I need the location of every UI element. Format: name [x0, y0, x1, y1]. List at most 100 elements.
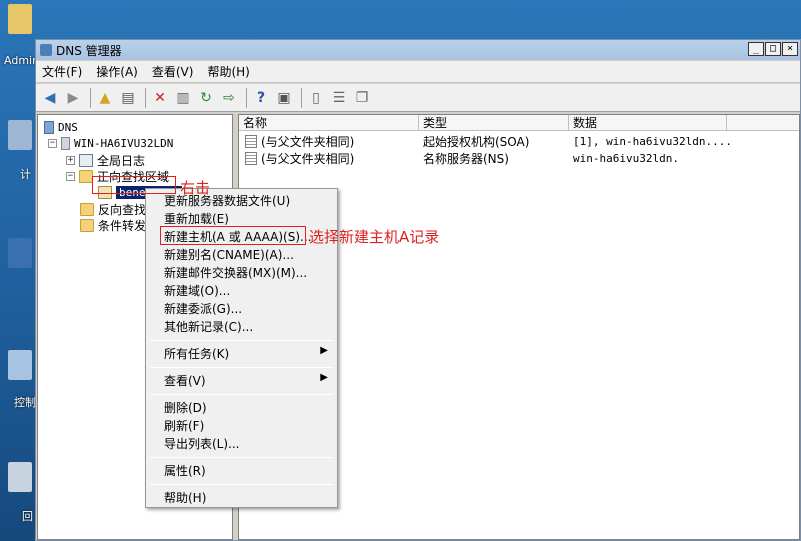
folder-icon	[79, 169, 93, 183]
menu-bar: 文件(F) 操作(A) 查看(V) 帮助(H)	[36, 61, 800, 83]
minimize-button[interactable]: _	[748, 42, 764, 56]
delete-icon[interactable]: ✕	[150, 88, 170, 108]
tree-label-conditional: 条件转发	[98, 218, 147, 233]
list-icon[interactable]: ☰	[329, 88, 349, 108]
forward-arrow-icon[interactable]: ▶	[63, 88, 83, 108]
menu-separator	[150, 484, 333, 485]
desktop-icon-admin[interactable]	[0, 4, 40, 34]
help-icon[interactable]: ?	[251, 88, 271, 108]
column-header-data[interactable]: 数据	[569, 115, 727, 131]
recycle-bin-icon	[8, 462, 32, 492]
up-folder-icon[interactable]: ▲	[95, 88, 115, 108]
menu-view[interactable]: 查看(V)	[152, 63, 194, 80]
toolbar: ◀ ▶ ▲ ▤ ✕ ▥ ↻ ⇨ ? ▣ ▯ ☰ ❐	[36, 84, 800, 112]
toolbar-separator	[90, 87, 91, 108]
menu-item-export-list[interactable]: 导出列表(L)...	[164, 435, 240, 452]
menu-item-view[interactable]: 查看(V) ▶	[164, 372, 334, 389]
annotation-select-new-host: 选择新建主机A记录	[309, 228, 440, 246]
collapse-icon[interactable]: −	[48, 138, 57, 148]
record-data: win-ha6ivu32ldn.	[573, 151, 679, 165]
desktop-icon-control[interactable]	[0, 350, 40, 380]
show-hide-tree-icon[interactable]: ▤	[118, 88, 138, 108]
server-icon[interactable]: ▯	[306, 88, 326, 108]
record-type: 名称服务器(NS)	[423, 151, 509, 166]
control-panel-icon	[8, 350, 32, 380]
tree-label-global-log: 全局日志	[97, 153, 146, 168]
menu-item-new-delegation[interactable]: 新建委派(G)...	[164, 300, 242, 317]
dns-app-icon	[40, 44, 52, 56]
folder-icon	[8, 4, 32, 34]
column-label-name: 名称	[243, 116, 268, 130]
menu-item-delete[interactable]: 删除(D)	[164, 399, 207, 416]
list-item[interactable]: (与父文件夹相同) 起始授权机构(SOA) [1], win-ha6ivu32l…	[239, 133, 799, 149]
tree-item-dns[interactable]: DNS	[44, 119, 78, 135]
menu-help[interactable]: 帮助(H)	[207, 63, 249, 80]
tree-item-server[interactable]: − WIN-HA6IVU32LDN	[48, 135, 173, 151]
column-label-data: 数据	[573, 116, 598, 130]
console-icon[interactable]: ▣	[274, 88, 294, 108]
menu-separator	[150, 340, 333, 341]
tree-item-conditional[interactable]: 条件转发	[80, 217, 146, 233]
record-name: (与父文件夹相同)	[261, 134, 355, 149]
menu-item-properties[interactable]: 属性(R)	[164, 462, 206, 479]
menu-item-help[interactable]: 帮助(H)	[164, 489, 206, 506]
column-header-type[interactable]: 类型	[419, 115, 569, 131]
list-item[interactable]: (与父文件夹相同) 名称服务器(NS) win-ha6ivu32ldn.	[239, 150, 799, 166]
folder-icon	[80, 202, 94, 216]
folder-icon	[80, 218, 94, 232]
menu-label-view: 查看(V)	[164, 374, 206, 388]
annotation-box-zone	[92, 176, 176, 194]
menu-item-other-records[interactable]: 其他新记录(C)...	[164, 318, 253, 335]
computer-icon	[8, 120, 32, 150]
column-label-type: 类型	[423, 116, 448, 130]
desktop-label-computer: 计	[20, 168, 31, 181]
tree-label-server: WIN-HA6IVU32LDN	[74, 136, 174, 150]
desktop-label-admin: Admin	[4, 54, 40, 67]
record-name: (与父文件夹相同)	[261, 151, 355, 166]
menu-separator	[150, 367, 333, 368]
export-icon[interactable]: ⇨	[219, 88, 239, 108]
menu-label-all-tasks: 所有任务(K)	[164, 347, 230, 361]
menu-separator	[150, 394, 333, 395]
menu-item-new-mail-exchanger[interactable]: 新建邮件交换器(MX)(M)...	[164, 264, 307, 281]
toolbar-separator	[301, 87, 302, 108]
record-icon	[245, 151, 257, 165]
tree-item-reverse-zones[interactable]: 反向查找	[80, 201, 146, 217]
tree-item-global-log[interactable]: + 全局日志	[66, 152, 145, 168]
desktop-icon-computer[interactable]	[0, 120, 40, 150]
column-header-spare	[727, 115, 799, 131]
close-button[interactable]: ×	[782, 42, 798, 56]
submenu-arrow-icon: ▶	[320, 345, 328, 356]
desktop-icon-network[interactable]	[0, 238, 40, 268]
collapse-icon[interactable]: −	[66, 171, 75, 181]
desktop-label-recycle: 回	[22, 510, 33, 523]
menu-item-all-tasks[interactable]: 所有任务(K) ▶	[164, 345, 334, 362]
menu-action[interactable]: 操作(A)	[96, 63, 138, 80]
menu-item-new-alias[interactable]: 新建别名(CNAME)(A)...	[164, 246, 294, 263]
column-header-name[interactable]: 名称	[239, 115, 419, 131]
properties-icon[interactable]: ▥	[173, 88, 193, 108]
record-type: 起始授权机构(SOA)	[423, 134, 530, 149]
window-title: DNS 管理器	[56, 43, 122, 58]
menu-item-refresh[interactable]: 刷新(F)	[164, 417, 204, 434]
menu-file[interactable]: 文件(F)	[42, 63, 82, 80]
annotation-right-click: 右击	[180, 179, 211, 197]
title-bar[interactable]: DNS 管理器 _ □ ×	[36, 40, 800, 60]
toolbar-separator	[145, 87, 146, 108]
toolbar-separator	[246, 87, 247, 108]
server-icon	[61, 136, 70, 150]
tree-label-reverse-zones: 反向查找	[98, 202, 147, 217]
record-icon	[245, 134, 257, 148]
refresh-icon[interactable]: ↻	[196, 88, 216, 108]
menu-item-reload[interactable]: 重新加载(E)	[164, 210, 229, 227]
desktop-icon-recycle[interactable]	[0, 462, 40, 492]
copy-icon[interactable]: ❐	[352, 88, 372, 108]
tree-label-dns: DNS	[58, 120, 78, 134]
maximize-button[interactable]: □	[765, 42, 781, 56]
cell-name: (与父文件夹相同)	[245, 150, 354, 166]
record-data: [1], win-ha6ivu32ldn....	[573, 134, 732, 148]
expand-icon[interactable]: +	[66, 155, 75, 165]
desktop-label-control: 控制	[14, 396, 36, 409]
back-arrow-icon[interactable]: ◀	[40, 88, 60, 108]
menu-item-new-domain[interactable]: 新建域(O)...	[164, 282, 230, 299]
